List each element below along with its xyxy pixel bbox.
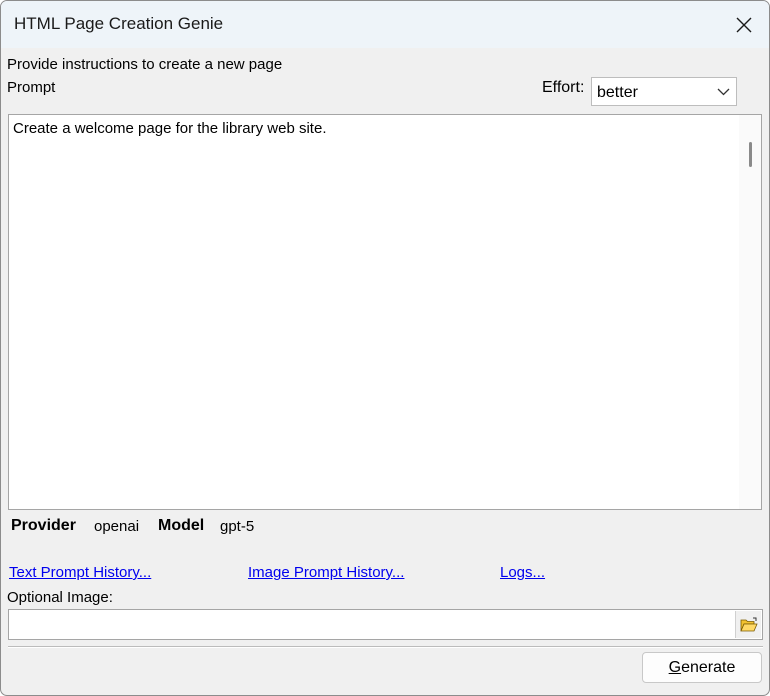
generate-button[interactable]: Generate <box>642 652 762 683</box>
effort-value: better <box>597 84 638 101</box>
provider-value: openai <box>94 518 140 535</box>
open-folder-icon <box>739 617 758 631</box>
model-label: Model <box>158 517 205 534</box>
chevron-down-icon <box>717 88 730 96</box>
title-bar: HTML Page Creation Genie <box>1 1 769 48</box>
close-icon <box>736 17 752 32</box>
effort-dropdown[interactable]: better <box>591 77 737 106</box>
effort-label: Effort: <box>542 79 585 96</box>
prompt-label: Prompt <box>7 79 56 96</box>
close-button[interactable] <box>719 1 769 48</box>
optional-image-input[interactable] <box>8 609 763 640</box>
window-title: HTML Page Creation Genie <box>14 14 224 33</box>
instructions-text: Provide instructions to create a new pag… <box>7 56 283 73</box>
model-value: gpt-5 <box>220 518 255 535</box>
logs-link[interactable]: Logs... <box>500 564 545 581</box>
dialog-window: HTML Page Creation Genie Provide instruc… <box>0 0 770 696</box>
prompt-scrollbar[interactable] <box>739 115 761 509</box>
provider-label: Provider <box>11 517 76 534</box>
scroll-thumb[interactable] <box>749 142 752 167</box>
generate-accel: G <box>668 658 682 676</box>
footer-separator <box>8 646 763 648</box>
text-prompt-history-link[interactable]: Text Prompt History... <box>9 564 151 581</box>
prompt-textarea[interactable]: Create a welcome page for the library we… <box>8 114 762 510</box>
prompt-text: Create a welcome page for the library we… <box>13 120 327 137</box>
generate-label: enerate <box>681 658 736 676</box>
browse-image-button[interactable] <box>735 611 761 638</box>
image-prompt-history-link[interactable]: Image Prompt History... <box>248 564 404 581</box>
optional-image-label: Optional Image: <box>7 589 113 606</box>
